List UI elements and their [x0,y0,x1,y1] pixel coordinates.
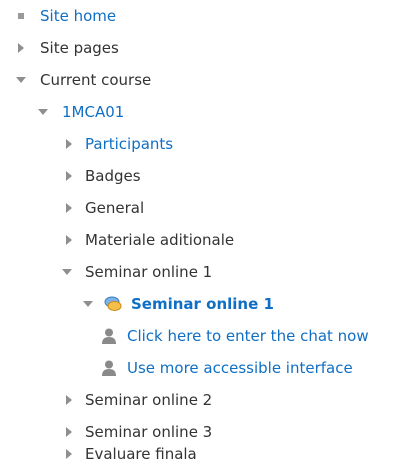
nav-item-current-course[interactable]: Current course [0,67,404,93]
caret-down-icon[interactable] [36,99,50,125]
nav-item-materiale-label[interactable]: Materiale aditionale [85,227,234,253]
nav-item-current-course-label[interactable]: Current course [40,67,151,93]
nav-item-evaluare-finala[interactable]: Evaluare finala [0,441,404,467]
nav-item-seminar-online-1-chat[interactable]: Seminar online 1 [0,291,404,317]
caret-right-icon[interactable] [62,227,76,253]
nav-item-course-1mca01[interactable]: 1MCA01 [0,99,404,125]
chat-bubbles-icon [104,296,122,311]
caret-down-icon[interactable] [60,259,74,285]
nav-item-site-home-label[interactable]: Site home [40,3,116,29]
nav-item-seminar-online-1[interactable]: Seminar online 1 [0,259,404,285]
caret-down-icon[interactable] [14,67,28,93]
caret-right-icon[interactable] [62,387,76,413]
nav-item-seminar1-label[interactable]: Seminar online 1 [85,259,212,285]
nav-item-site-pages[interactable]: Site pages [0,35,404,61]
nav-item-site-home[interactable]: Site home [0,3,404,29]
nav-item-course-label[interactable]: 1MCA01 [62,99,124,125]
nav-item-seminar-online-2[interactable]: Seminar online 2 [0,387,404,413]
caret-right-icon[interactable] [62,131,76,157]
caret-right-icon[interactable] [62,441,76,467]
caret-right-icon[interactable] [62,195,76,221]
person-icon [102,360,116,376]
nav-item-participants[interactable]: Participants [0,131,404,157]
nav-item-accessible-label[interactable]: Use more accessible interface [127,355,353,381]
nav-item-general-label[interactable]: General [85,195,144,221]
nav-item-badges[interactable]: Badges [0,163,404,189]
nav-item-seminar1-chat-label[interactable]: Seminar online 1 [131,291,274,317]
nav-item-general[interactable]: General [0,195,404,221]
nav-item-badges-label[interactable]: Badges [85,163,141,189]
nav-item-enter-chat-label[interactable]: Click here to enter the chat now [127,323,369,349]
nav-item-participants-label[interactable]: Participants [85,131,173,157]
person-icon [102,328,116,344]
navigation-tree: Site home Site pages Current course 1MCA… [0,0,404,467]
nav-item-accessible-interface[interactable]: Use more accessible interface [0,355,404,381]
nav-item-site-pages-label[interactable]: Site pages [40,35,119,61]
caret-right-icon[interactable] [14,35,28,61]
caret-down-icon[interactable] [81,291,95,317]
nav-item-enter-chat[interactable]: Click here to enter the chat now [0,323,404,349]
nav-item-materiale-aditionale[interactable]: Materiale aditionale [0,227,404,253]
nav-item-seminar2-label[interactable]: Seminar online 2 [85,387,212,413]
nav-item-evaluare-label[interactable]: Evaluare finala [85,441,197,467]
caret-right-icon[interactable] [62,163,76,189]
square-bullet-icon [14,3,28,29]
